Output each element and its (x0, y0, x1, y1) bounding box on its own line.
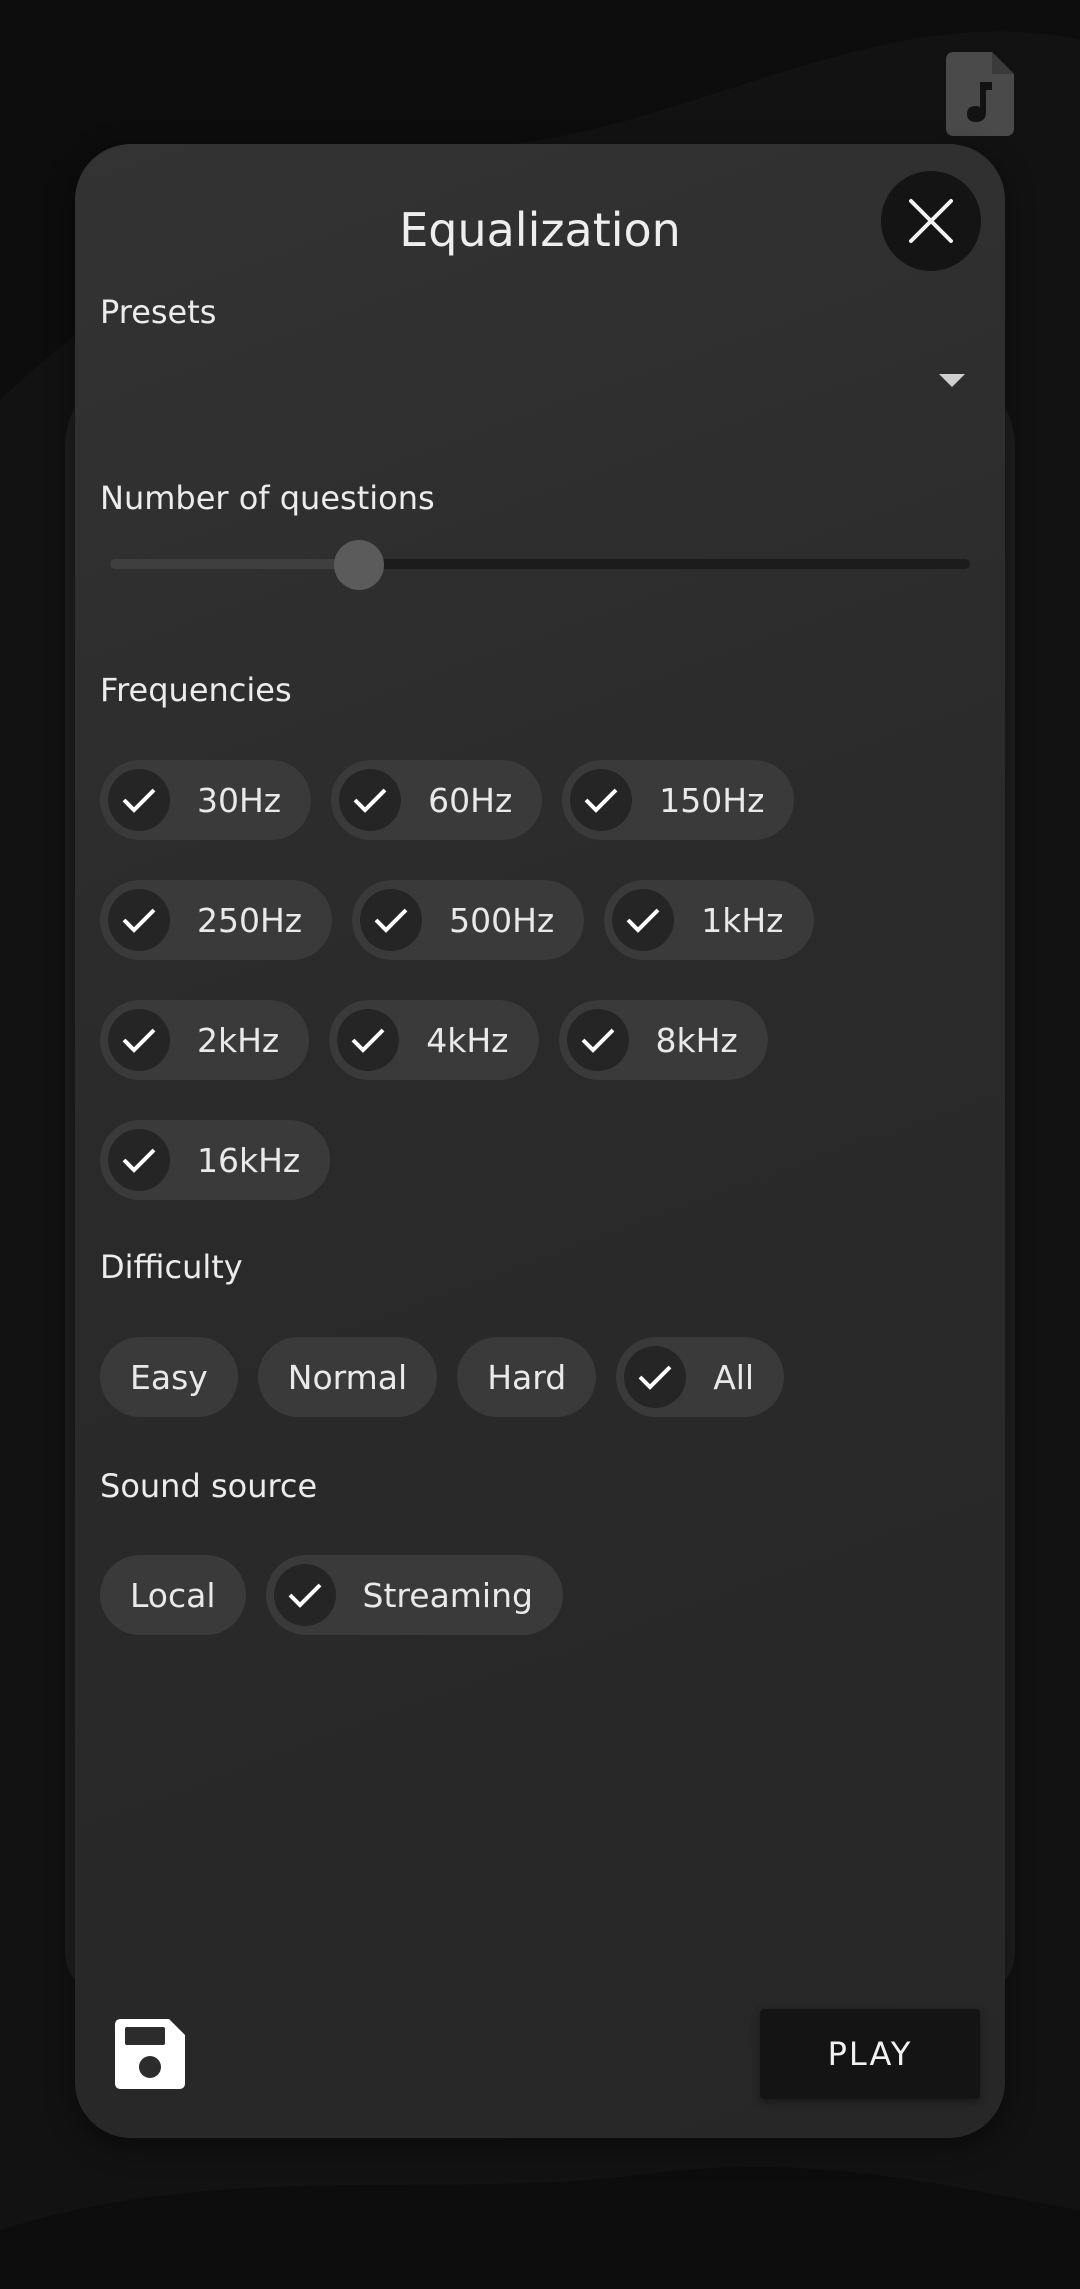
chip-500hz[interactable]: 500Hz (352, 880, 585, 960)
frequency-row-2: 250Hz 500Hz 1kHz (100, 880, 814, 960)
chip-local[interactable]: Local (100, 1555, 246, 1635)
save-button[interactable] (115, 2019, 185, 2089)
frequencies-label: Frequencies (100, 671, 292, 709)
chip-label: Normal (287, 1357, 408, 1397)
equalization-dialog: Equalization Presets Number of questions… (75, 144, 1005, 2138)
check-icon (108, 889, 170, 951)
chip-easy[interactable]: Easy (100, 1337, 238, 1417)
chip-label: 500Hz (449, 900, 555, 940)
chip-label: 2kHz (197, 1020, 280, 1060)
slider-fill (110, 559, 359, 569)
frequency-row-1: 30Hz 60Hz 150Hz (100, 760, 795, 840)
check-icon (624, 1346, 687, 1408)
chip-1khz[interactable]: 1kHz (604, 880, 814, 960)
check-icon (339, 769, 402, 831)
chip-label: 250Hz (197, 900, 303, 940)
slider-thumb[interactable] (334, 540, 384, 590)
difficulty-row: Easy Normal Hard All (100, 1337, 785, 1417)
questions-slider[interactable] (110, 540, 970, 590)
check-icon (108, 1129, 170, 1191)
dropdown-caret-icon (939, 374, 965, 387)
chip-label: Easy (130, 1357, 208, 1397)
questions-label: Number of questions (100, 479, 435, 517)
check-icon (612, 889, 675, 951)
chip-250hz[interactable]: 250Hz (100, 880, 333, 960)
chip-60hz[interactable]: 60Hz (331, 760, 543, 840)
chip-label: 1kHz (701, 900, 784, 940)
close-button[interactable] (881, 171, 981, 271)
chip-label: 30Hz (197, 780, 282, 820)
check-icon (273, 1564, 336, 1626)
sound-source-row: Local Streaming (100, 1555, 563, 1635)
play-button[interactable]: PLAY (760, 2009, 980, 2099)
close-icon (909, 199, 953, 243)
chip-label: All (713, 1357, 755, 1397)
chip-normal[interactable]: Normal (257, 1337, 438, 1417)
sound-source-label: Sound source (100, 1467, 318, 1505)
chip-30hz[interactable]: 30Hz (100, 760, 312, 840)
chip-all[interactable]: All (616, 1337, 785, 1417)
presets-dropdown[interactable] (100, 344, 980, 414)
check-icon (360, 889, 423, 951)
chip-hard[interactable]: Hard (457, 1337, 597, 1417)
chip-label: Local (130, 1575, 216, 1615)
check-icon (108, 1009, 170, 1071)
presets-label: Presets (100, 293, 217, 331)
check-icon (337, 1009, 400, 1071)
chip-label: 16kHz (197, 1140, 301, 1180)
frequency-row-4: 16kHz (100, 1120, 331, 1200)
chip-8khz[interactable]: 8kHz (558, 1000, 768, 1080)
chip-label: 8kHz (655, 1020, 738, 1060)
frequency-row-3: 2kHz 4kHz 8kHz (100, 1000, 768, 1080)
check-icon (566, 1009, 629, 1071)
chip-label: 60Hz (428, 780, 513, 820)
chip-streaming[interactable]: Streaming (265, 1555, 563, 1635)
dialog-title: Equalization (399, 203, 681, 257)
check-icon (570, 769, 633, 831)
chip-label: Streaming (362, 1575, 533, 1615)
check-icon (108, 769, 170, 831)
save-icon (115, 2019, 185, 2089)
chip-150hz[interactable]: 150Hz (562, 760, 795, 840)
chip-4khz[interactable]: 4kHz (329, 1000, 539, 1080)
chip-label: 150Hz (659, 780, 765, 820)
chip-label: Hard (487, 1357, 567, 1397)
audio-file-icon[interactable] (946, 52, 1014, 136)
difficulty-label: Difficulty (100, 1248, 243, 1286)
chip-16khz[interactable]: 16kHz (100, 1120, 331, 1200)
chip-label: 4kHz (426, 1020, 509, 1060)
chip-2khz[interactable]: 2kHz (100, 1000, 310, 1080)
